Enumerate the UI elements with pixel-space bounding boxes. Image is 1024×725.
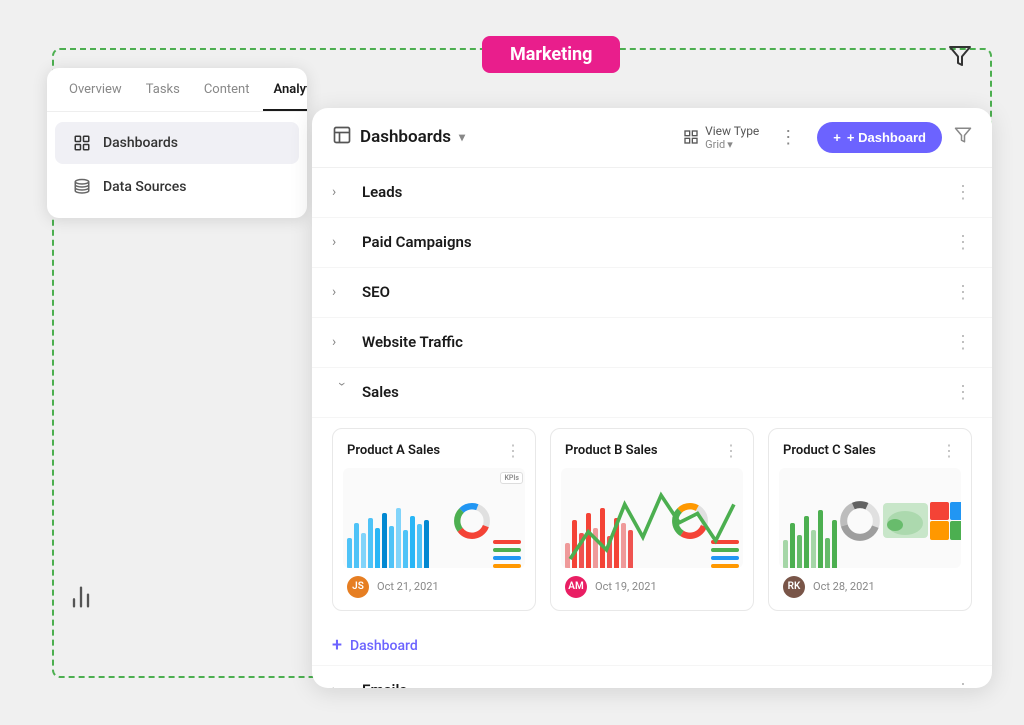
panel-header: Dashboards ▾ View Type Grid ▾	[312, 108, 992, 168]
tab-content[interactable]: Content	[194, 68, 260, 111]
dashboard-icon	[71, 132, 93, 154]
card-dots-product-a[interactable]: ⋮	[505, 441, 521, 460]
card-title-product-c: Product C Sales	[783, 443, 941, 458]
panel-content: › Leads ⋮ › Paid Campaigns ⋮ › SEO ⋮ › W…	[312, 168, 992, 688]
list-row-seo[interactable]: › SEO ⋮	[312, 268, 992, 318]
list-row-sales[interactable]: › Sales ⋮	[312, 368, 992, 418]
kpi-badge-a: KPIs	[500, 472, 523, 484]
sidebar-menu: Dashboards Data Sources	[47, 112, 307, 218]
mini-bars-c	[783, 503, 837, 568]
card-footer-product-a: JS Oct 21, 2021	[333, 568, 535, 610]
row-label-website-traffic: Website Traffic	[362, 333, 944, 351]
panel-options-button[interactable]: ⋮	[771, 123, 805, 152]
card-title-product-b: Product B Sales	[565, 443, 723, 458]
panel-title-text: Dashboards	[360, 127, 451, 147]
treemap-c	[930, 502, 961, 540]
panel-title-chevron[interactable]: ▾	[459, 130, 465, 144]
view-type-label: View Type	[705, 124, 759, 138]
card-header-product-c: Product C Sales ⋮	[769, 429, 971, 468]
list-row-website-traffic[interactable]: › Website Traffic ⋮	[312, 318, 992, 368]
filter-icon-panel[interactable]	[954, 126, 972, 148]
card-product-a[interactable]: Product A Sales ⋮ KPIs	[332, 428, 536, 611]
card-product-b[interactable]: Product B Sales ⋮	[550, 428, 754, 611]
sidebar-item-dashboards[interactable]: Dashboards	[55, 122, 299, 164]
view-type-selector[interactable]: View Type Grid ▾	[683, 124, 759, 151]
row-dots-paid-campaigns[interactable]: ⋮	[954, 232, 972, 253]
row-dots-website-traffic[interactable]: ⋮	[954, 332, 972, 353]
card-date-product-c: Oct 28, 2021	[813, 580, 875, 593]
tab-overview[interactable]: Overview	[59, 68, 132, 111]
card-dots-product-b[interactable]: ⋮	[723, 441, 739, 460]
row-label-sales: Sales	[362, 383, 944, 401]
expand-icon-website-traffic: ›	[332, 334, 352, 350]
map-placeholder-c	[883, 503, 928, 538]
mini-donut-c	[839, 500, 881, 542]
row-dots-leads[interactable]: ⋮	[954, 182, 972, 203]
row-dots-sales[interactable]: ⋮	[954, 382, 972, 403]
panel-title: Dashboards ▾	[332, 125, 671, 150]
line-overlay-b	[561, 468, 743, 568]
mini-donut-a	[453, 502, 491, 540]
avatar-product-b: AM	[565, 576, 587, 598]
card-title-product-a: Product A Sales	[347, 443, 505, 458]
row-label-leads: Leads	[362, 183, 944, 201]
sidebar-panel: Overview Tasks Content Analytics Dashboa…	[47, 68, 307, 218]
add-dashboard-label: Dashboard	[350, 638, 418, 654]
card-preview-product-b	[561, 468, 743, 568]
chart-icon-left	[67, 583, 95, 618]
card-footer-product-b: AM Oct 19, 2021	[551, 568, 753, 610]
add-dashboard-plus: +	[332, 637, 342, 655]
row-dots-seo[interactable]: ⋮	[954, 282, 972, 303]
add-dashboard-plus-icon: +	[833, 130, 841, 145]
tab-tasks[interactable]: Tasks	[136, 68, 190, 111]
sidebar-tabs: Overview Tasks Content Analytics	[47, 68, 307, 112]
mini-legend-a	[493, 540, 521, 568]
row-label-paid-campaigns: Paid Campaigns	[362, 233, 944, 251]
add-dashboard-row[interactable]: + Dashboard	[312, 627, 992, 666]
card-preview-product-c	[779, 468, 961, 568]
card-dots-product-c[interactable]: ⋮	[941, 441, 957, 460]
card-header-product-a: Product A Sales ⋮	[333, 429, 535, 468]
avatar-product-c: RK	[783, 576, 805, 598]
avatar-product-a: JS	[347, 576, 369, 598]
expand-icon-paid-campaigns: ›	[332, 234, 352, 250]
card-date-product-b: Oct 19, 2021	[595, 580, 657, 593]
expand-icon-leads: ›	[332, 184, 352, 200]
tab-analytics[interactable]: Analytics	[263, 68, 307, 111]
mini-bars-a	[347, 503, 451, 568]
main-panel: Dashboards ▾ View Type Grid ▾	[312, 108, 992, 688]
marketing-label: Marketing	[482, 36, 620, 73]
view-type-sub: Grid ▾	[705, 138, 759, 151]
sidebar-item-label-data-sources: Data Sources	[103, 179, 186, 195]
card-date-product-a: Oct 21, 2021	[377, 580, 439, 593]
add-dashboard-button[interactable]: + + Dashboard	[817, 122, 942, 153]
sidebar-item-label-dashboards: Dashboards	[103, 135, 178, 151]
panel-layout-icon	[332, 125, 352, 150]
card-header-product-b: Product B Sales ⋮	[551, 429, 753, 468]
expand-icon-sales: ›	[334, 382, 350, 402]
cards-grid: Product A Sales ⋮ KPIs	[312, 418, 992, 627]
row-dots-emails[interactable]: ⋮	[954, 680, 972, 688]
list-row-paid-campaigns[interactable]: › Paid Campaigns ⋮	[312, 218, 992, 268]
row-label-emails: Emails	[362, 681, 944, 688]
sidebar-item-data-sources[interactable]: Data Sources	[55, 166, 299, 208]
card-footer-product-c: RK Oct 28, 2021	[769, 568, 971, 610]
card-preview-product-a: KPIs	[343, 468, 525, 568]
list-row-emails[interactable]: › Emails ⋮	[312, 666, 992, 688]
expand-icon-emails: ›	[332, 682, 352, 688]
filter-icon-top[interactable]	[948, 44, 972, 74]
database-icon	[71, 176, 93, 198]
expand-icon-seo: ›	[332, 284, 352, 300]
row-label-seo: SEO	[362, 283, 944, 301]
list-row-leads[interactable]: › Leads ⋮	[312, 168, 992, 218]
card-product-c[interactable]: Product C Sales ⋮	[768, 428, 972, 611]
